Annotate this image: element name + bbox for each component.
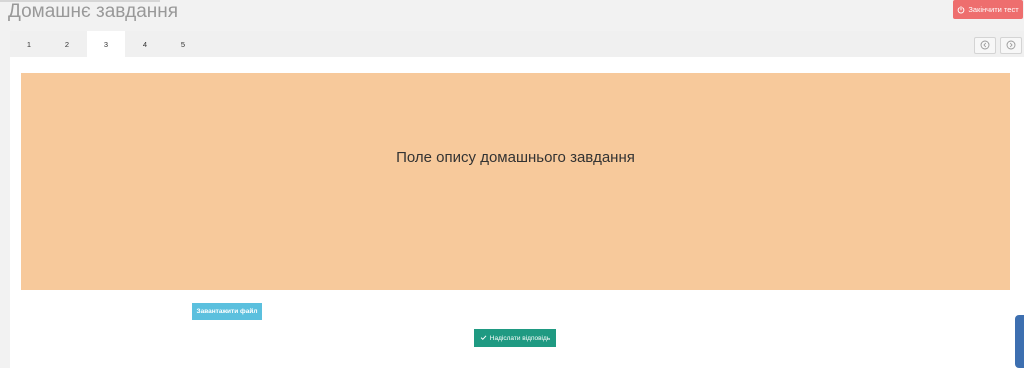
tab-4[interactable]: 4 [126, 31, 164, 57]
chevron-left-circle-icon [980, 37, 990, 55]
submit-answer-label: Надіслати відповідь [489, 334, 551, 342]
side-panel-handle[interactable] [1015, 315, 1024, 368]
upload-file-button[interactable]: Завантажити файл [192, 303, 262, 320]
tab-3[interactable]: 3 [87, 31, 125, 57]
check-icon [480, 334, 487, 343]
next-question-button[interactable] [1000, 37, 1022, 54]
tab-2[interactable]: 2 [48, 31, 86, 57]
finish-test-label: Закінчити тест [968, 5, 1019, 14]
tab-5[interactable]: 5 [164, 31, 202, 57]
page-title: Домашнє завдання [8, 1, 179, 22]
task-description-text: Поле опису домашнього завдання [396, 149, 635, 166]
finish-test-button[interactable]: Закінчити тест [953, 0, 1023, 19]
tab-1[interactable]: 1 [10, 31, 48, 57]
submit-answer-button[interactable]: Надіслати відповідь [474, 329, 556, 347]
power-icon [957, 5, 965, 14]
question-content: Поле опису домашнього завдання Завантажи… [10, 57, 1024, 368]
question-tabs: 1 2 3 4 5 [10, 31, 1024, 57]
chevron-right-circle-icon [1006, 37, 1016, 55]
task-description-box: Поле опису домашнього завдання [21, 73, 1010, 290]
prev-question-button[interactable] [974, 37, 996, 54]
